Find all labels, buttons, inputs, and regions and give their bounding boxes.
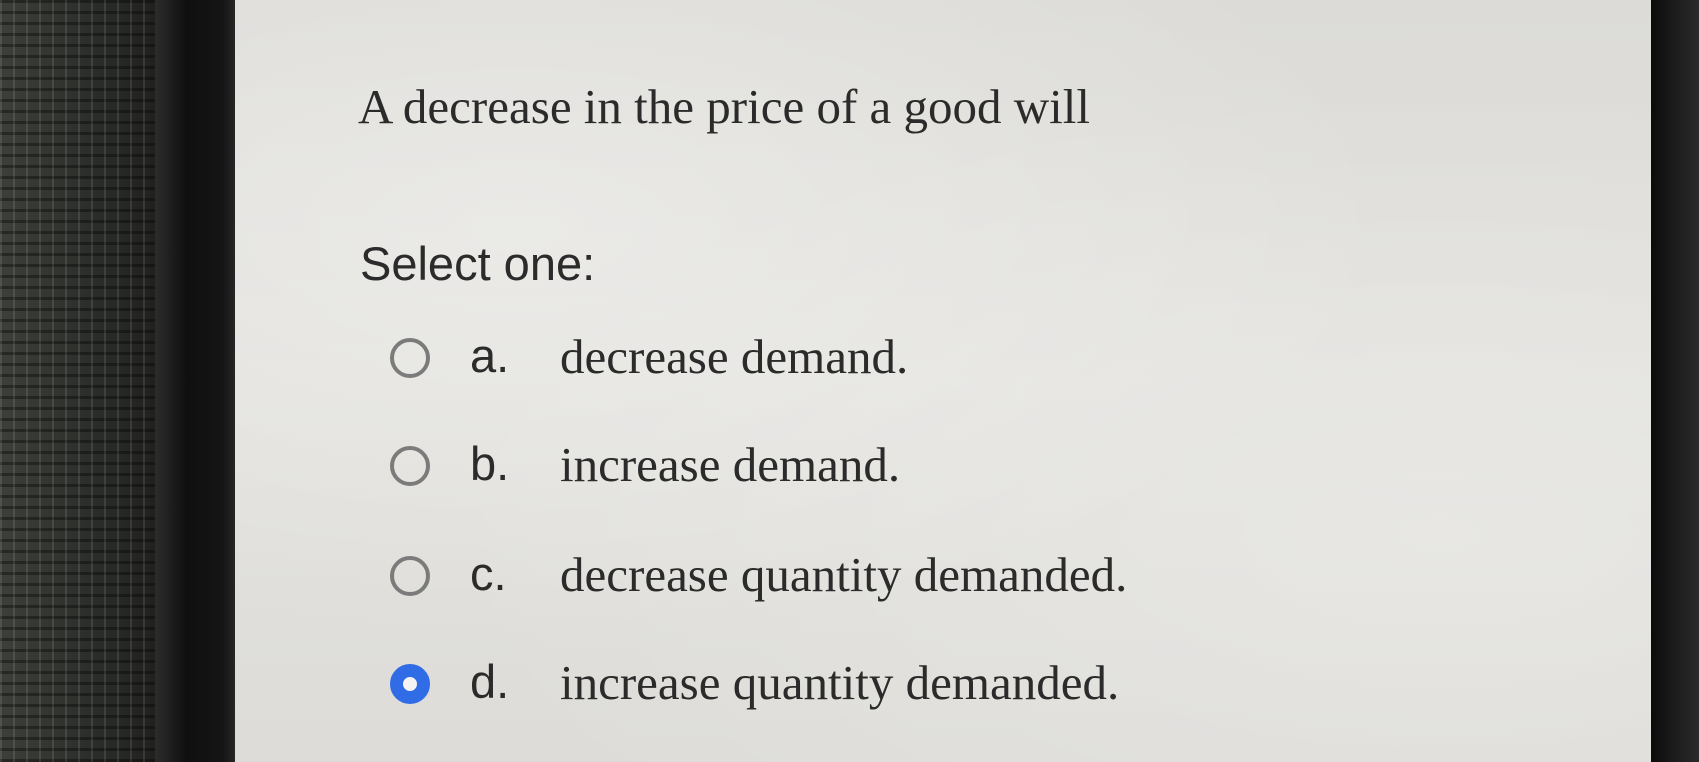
option-a-letter: a. (470, 329, 510, 382)
radio-button-c[interactable] (390, 556, 430, 596)
radio-button-b[interactable] (390, 446, 430, 486)
option-b[interactable]: b. increase demand. (390, 436, 1390, 496)
quiz-screen: A decrease in the price of a good will S… (235, 0, 1651, 762)
option-d[interactable]: d. increase quantity demanded. (390, 654, 1390, 714)
radio-button-d[interactable] (390, 664, 430, 704)
question-text: A decrease in the price of a good will (358, 79, 1091, 134)
device-bezel-left (155, 0, 235, 762)
radio-button-a[interactable] (390, 338, 430, 378)
option-a-text: decrease demand. (560, 329, 909, 384)
option-b-letter: b. (470, 437, 510, 490)
select-one-prompt: Select one: (360, 237, 596, 290)
option-d-text: increase quantity demanded. (560, 655, 1120, 710)
option-b-text: increase demand. (560, 437, 901, 492)
option-d-letter: d. (470, 655, 510, 708)
option-c[interactable]: c. decrease quantity demanded. (390, 546, 1390, 606)
photo-frame: A decrease in the price of a good will S… (0, 0, 1699, 762)
device-bezel-right (1651, 0, 1699, 762)
background-fabric (0, 0, 165, 762)
option-a[interactable]: a. decrease demand. (390, 328, 1390, 388)
option-c-text: decrease quantity demanded. (560, 547, 1128, 602)
option-c-letter: c. (470, 547, 507, 600)
